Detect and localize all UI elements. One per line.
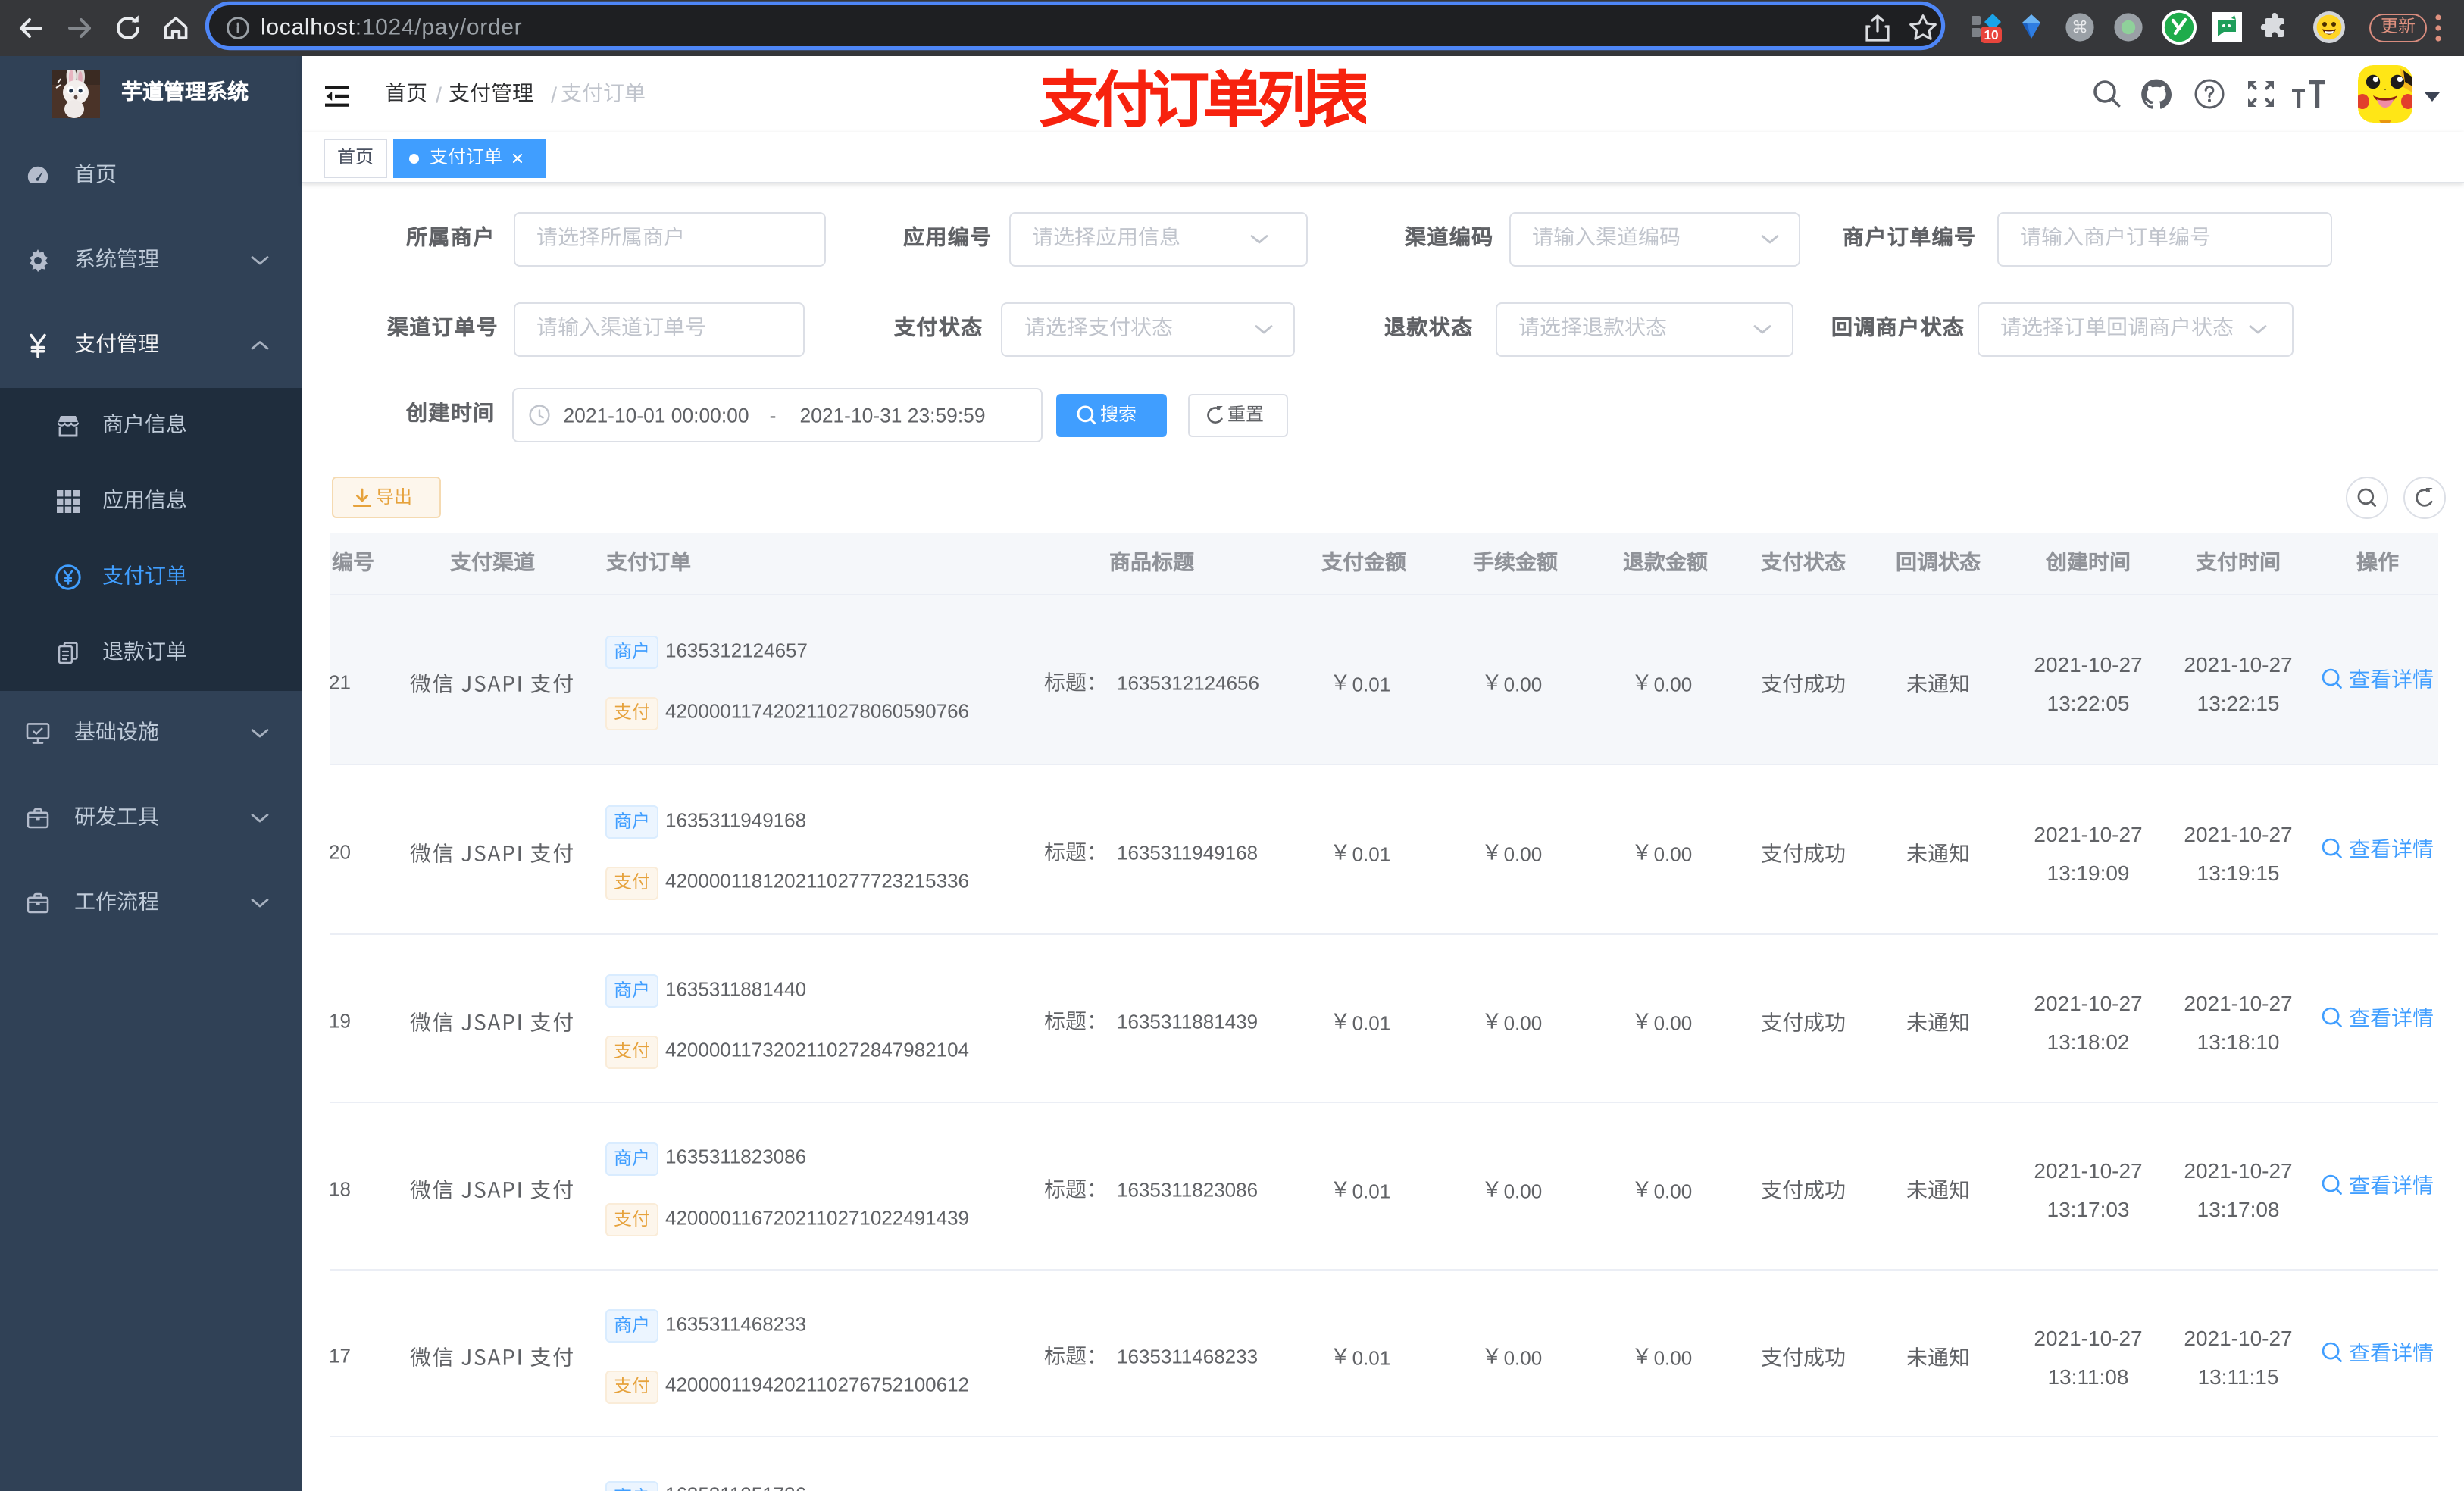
svg-text:⌘: ⌘ xyxy=(2072,18,2088,37)
svg-text:10: 10 xyxy=(1984,27,1998,42)
